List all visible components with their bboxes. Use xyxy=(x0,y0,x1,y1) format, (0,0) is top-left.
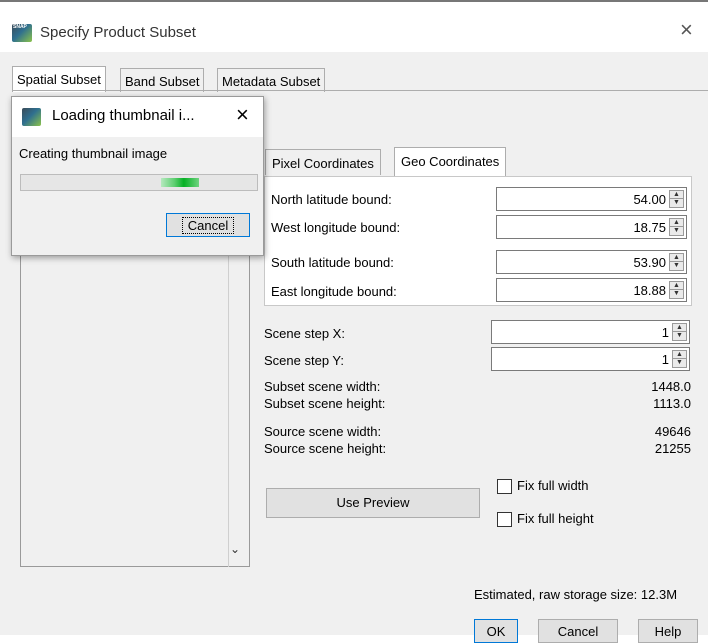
west-longitude-value: 18.75 xyxy=(633,220,666,235)
popup-body: Creating thumbnail image Cancel xyxy=(12,137,263,255)
subset-scene-width-value: 1448.0 xyxy=(651,379,691,394)
west-longitude-label: West longitude bound: xyxy=(271,220,401,235)
tab-pixel-coordinates[interactable]: Pixel Coordinates xyxy=(265,149,381,175)
source-scene-height-value: 21255 xyxy=(654,441,691,456)
scene-step-x-label: Scene step X: xyxy=(264,326,345,341)
storage-size-label: Estimated, raw storage size: 12.3M xyxy=(474,587,678,602)
north-latitude-spinner[interactable]: 54.00 ▲ ▼ xyxy=(496,187,687,211)
spinner-arrows-icon[interactable]: ▲ ▼ xyxy=(669,253,684,271)
fix-full-width-label[interactable]: Fix full width xyxy=(517,478,589,493)
source-scene-width-value: 49646 xyxy=(654,424,691,439)
subset-scene-width-label: Subset scene width: xyxy=(264,379,381,394)
snap-app-icon: SNAP xyxy=(12,24,32,42)
loading-thumbnail-dialog: Loading thumbnail i... × Creating thumbn… xyxy=(11,96,264,256)
spinner-arrows-icon[interactable]: ▲ ▼ xyxy=(672,350,687,368)
spinner-arrows-icon[interactable]: ▲ ▼ xyxy=(672,323,687,341)
east-longitude-label: East longitude bound: xyxy=(271,284,397,299)
subset-scene-height-value: 1113.0 xyxy=(653,396,691,411)
scene-step-y-value: 1 xyxy=(661,352,669,367)
popup-title-bar: Loading thumbnail i... × xyxy=(12,97,263,137)
tab-band-subset[interactable]: Band Subset xyxy=(120,68,205,92)
south-latitude-value: 53.90 xyxy=(633,255,666,270)
tab-panel-border xyxy=(12,90,708,91)
popup-cancel-label: Cancel xyxy=(181,217,235,234)
south-latitude-spinner[interactable]: 53.90 ▲ ▼ xyxy=(496,250,687,274)
tab-spatial-subset[interactable]: Spatial Subset xyxy=(12,66,106,92)
popup-cancel-button[interactable]: Cancel xyxy=(166,213,250,237)
thumbnail-progress-bar xyxy=(20,174,258,191)
spinner-arrows-icon[interactable]: ▲ ▼ xyxy=(669,281,684,299)
north-latitude-label: North latitude bound: xyxy=(271,192,392,207)
source-scene-height-label: Source scene height: xyxy=(264,441,387,456)
close-icon[interactable]: × xyxy=(680,19,693,41)
tab-geo-coordinates[interactable]: Geo Coordinates xyxy=(394,147,507,176)
source-scene-width-label: Source scene width: xyxy=(264,424,382,439)
use-preview-button[interactable]: Use Preview xyxy=(266,488,480,518)
window-title: Specify Product Subset xyxy=(40,24,196,41)
scene-step-x-spinner[interactable]: 1 ▲ ▼ xyxy=(491,320,690,344)
fix-full-width-checkbox[interactable] xyxy=(497,479,512,494)
fix-full-height-checkbox[interactable] xyxy=(497,512,512,527)
east-longitude-value: 18.88 xyxy=(633,283,666,298)
east-longitude-spinner[interactable]: 18.88 ▲ ▼ xyxy=(496,278,687,302)
subset-scene-height-label: Subset scene height: xyxy=(264,396,386,411)
progress-indeterminate-fill xyxy=(161,178,199,187)
cancel-button[interactable]: Cancel xyxy=(538,619,618,643)
snap-app-icon xyxy=(22,108,41,126)
popup-message: Creating thumbnail image xyxy=(19,146,168,161)
spinner-arrows-icon[interactable]: ▲ ▼ xyxy=(669,190,684,208)
popup-title: Loading thumbnail i... xyxy=(52,107,195,124)
ok-button[interactable]: OK xyxy=(474,619,518,643)
close-icon[interactable]: × xyxy=(236,104,249,126)
scene-step-x-value: 1 xyxy=(661,325,669,340)
south-latitude-label: South latitude bound: xyxy=(271,255,394,270)
chevron-down-icon[interactable]: ⌄ xyxy=(230,542,240,556)
west-longitude-spinner[interactable]: 18.75 ▲ ▼ xyxy=(496,215,687,239)
title-bar: SNAP Specify Product Subset × xyxy=(0,2,708,52)
fix-full-height-label[interactable]: Fix full height xyxy=(517,511,594,526)
tab-metadata-subset[interactable]: Metadata Subset xyxy=(217,68,326,92)
scene-step-y-label: Scene step Y: xyxy=(264,353,344,368)
scene-step-y-spinner[interactable]: 1 ▲ ▼ xyxy=(491,347,690,371)
north-latitude-value: 54.00 xyxy=(633,192,666,207)
spinner-arrows-icon[interactable]: ▲ ▼ xyxy=(669,218,684,236)
help-button[interactable]: Help xyxy=(638,619,698,643)
